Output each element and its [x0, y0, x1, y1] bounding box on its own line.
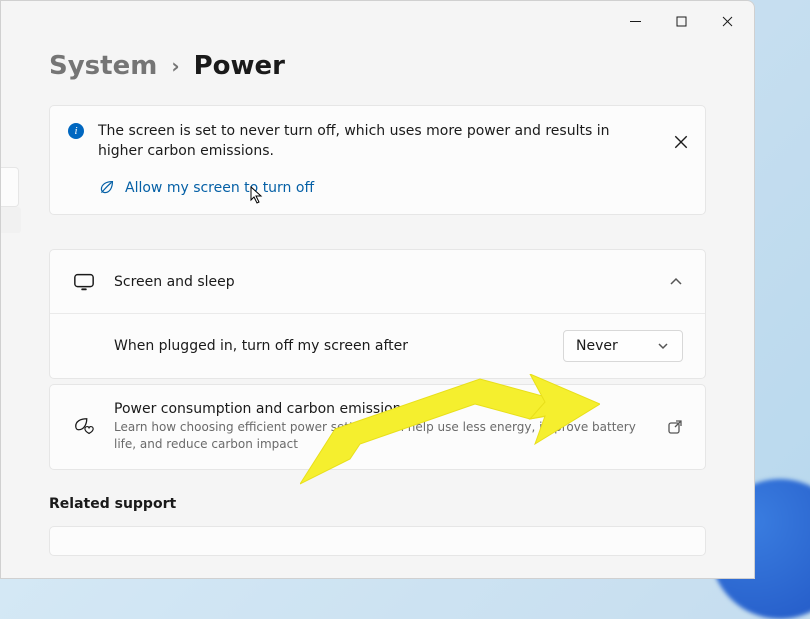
related-support-heading: Related support [49, 496, 706, 512]
maximize-icon [676, 16, 687, 27]
dropdown-value: Never [576, 338, 618, 354]
close-window-button[interactable] [704, 5, 750, 37]
close-icon [673, 134, 689, 150]
breadcrumb-parent[interactable]: System [49, 51, 157, 81]
maximize-button[interactable] [658, 5, 704, 37]
leaf-icon [98, 179, 115, 196]
sidebar-item-peek[interactable] [1, 167, 19, 207]
allow-screen-off-link[interactable]: Allow my screen to turn off [98, 179, 687, 196]
chevron-up-icon [669, 275, 683, 289]
info-icon: i [68, 123, 84, 139]
minimize-icon [630, 16, 641, 27]
related-support-panel[interactable] [49, 526, 706, 556]
screen-sleep-header-row[interactable]: Screen and sleep [50, 250, 705, 314]
info-banner-close-button[interactable] [673, 134, 689, 150]
info-banner-message: The screen is set to never turn off, whi… [98, 122, 687, 161]
close-icon [722, 16, 733, 27]
allow-screen-off-label: Allow my screen to turn off [125, 180, 314, 196]
power-consumption-panel[interactable]: Power consumption and carbon emissions L… [49, 384, 706, 470]
content-area: i The screen is set to never turn off, w… [1, 105, 754, 556]
power-consumption-subtitle: Learn how choosing efficient power setti… [114, 419, 654, 453]
screen-sleep-title: Screen and sleep [114, 274, 669, 290]
external-link-icon [667, 419, 683, 435]
sidebar-item-peek-2[interactable] [1, 207, 21, 233]
settings-window: System › Power i The screen is set to ne… [0, 0, 755, 579]
chevron-right-icon: › [171, 54, 179, 78]
window-titlebar [1, 1, 754, 41]
monitor-icon [72, 270, 96, 294]
plugged-in-screen-off-row: When plugged in, turn off my screen afte… [50, 314, 705, 378]
info-banner: i The screen is set to never turn off, w… [49, 105, 706, 215]
screen-sleep-panel: Screen and sleep When plugged in, turn o… [49, 249, 706, 379]
leaf-heart-icon [72, 415, 96, 439]
page-title: Power [194, 51, 285, 81]
chevron-down-icon [656, 339, 670, 353]
power-consumption-title: Power consumption and carbon emissions [114, 401, 667, 417]
breadcrumb: System › Power [1, 41, 754, 105]
minimize-button[interactable] [612, 5, 658, 37]
plugged-in-screen-off-label: When plugged in, turn off my screen afte… [114, 338, 563, 354]
plugged-in-screen-off-dropdown[interactable]: Never [563, 330, 683, 362]
